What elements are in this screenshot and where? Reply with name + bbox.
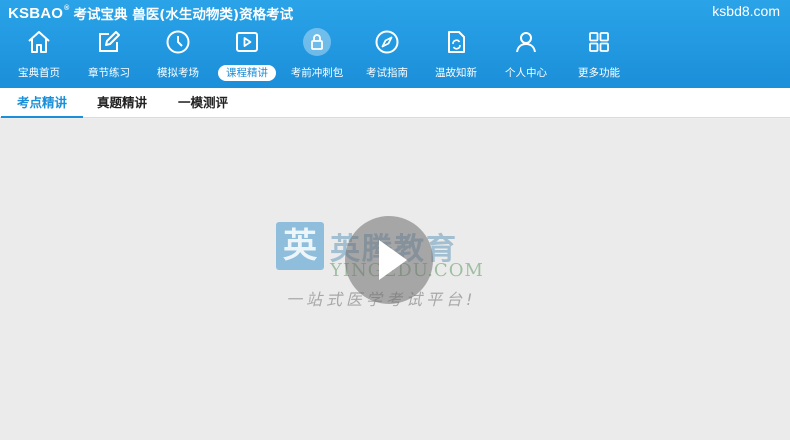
site-url[interactable]: ksbd8.com xyxy=(712,3,780,19)
nav-course-label: 课程精讲 xyxy=(218,65,276,81)
nav-personal-center[interactable]: 个人中心 xyxy=(490,26,562,88)
nav-guide-label: 考试指南 xyxy=(366,67,408,79)
tab-mock-eval[interactable]: 一模测评 xyxy=(162,88,244,118)
grid-icon xyxy=(585,28,613,56)
nav-review-label: 温故知新 xyxy=(435,67,477,79)
nav-mock-label: 模拟考场 xyxy=(157,67,199,79)
nav-sprint-label: 考前冲刺包 xyxy=(290,67,344,79)
sub-tabs: 考点精讲 真题精讲 一模测评 xyxy=(0,88,790,118)
tab-past-papers[interactable]: 真题精讲 xyxy=(81,88,163,118)
nav-sprint-pack[interactable]: 考前冲刺包 xyxy=(281,26,353,88)
nav-more[interactable]: 更多功能 xyxy=(563,26,635,88)
play-button[interactable] xyxy=(345,216,433,304)
tab-key-points[interactable]: 考点精讲 xyxy=(1,88,84,118)
nav-home[interactable]: 宝典首页 xyxy=(3,26,75,88)
app-header: KSBAO® 考试宝典 兽医(水生动物类)资格考试 ksbd8.com 宝典首页… xyxy=(0,0,790,88)
nav-chapter-practice[interactable]: 章节练习 xyxy=(73,26,145,88)
home-icon xyxy=(25,28,53,56)
compass-icon xyxy=(373,28,401,56)
nav-exam-guide[interactable]: 考试指南 xyxy=(351,26,423,88)
play-icon xyxy=(379,240,407,280)
app-title: 考试宝典 兽医(水生动物类)资格考试 xyxy=(73,7,294,23)
refresh-doc-icon xyxy=(442,28,470,56)
nav-course[interactable]: 课程精讲 xyxy=(211,26,283,88)
video-icon xyxy=(233,28,261,56)
nav-chapter-label: 章节练习 xyxy=(88,67,130,79)
lock-icon xyxy=(303,28,331,56)
nav-personal-label: 个人中心 xyxy=(505,67,547,79)
brand: KSBAO® 考试宝典 兽医(水生动物类)资格考试 xyxy=(8,3,294,24)
nav-more-label: 更多功能 xyxy=(578,67,620,79)
ksbao-logo: KSBAO® xyxy=(8,4,70,22)
nav-mock-exam[interactable]: 模拟考场 xyxy=(142,26,214,88)
nav-review[interactable]: 温故知新 xyxy=(420,26,492,88)
clock-icon xyxy=(164,28,192,56)
edit-icon xyxy=(95,28,123,56)
watermark-logo-char: 英 xyxy=(283,226,317,266)
user-icon xyxy=(512,28,540,56)
main-nav: 宝典首页 章节练习 模拟考场 课程精讲 考前冲刺包 考试指南 温故知新 个人中心… xyxy=(0,26,790,88)
nav-home-label: 宝典首页 xyxy=(18,67,60,79)
